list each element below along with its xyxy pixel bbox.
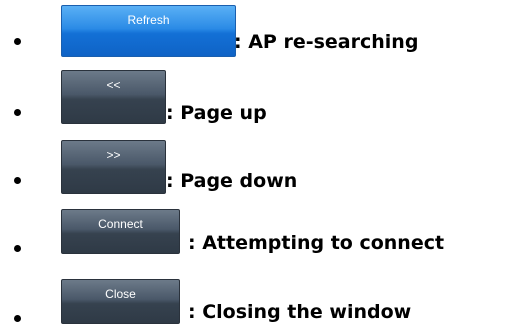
refresh-description: : AP re-searching [234,31,419,53]
page-down-button[interactable]: >> [61,140,166,194]
close-button[interactable]: Close [61,279,180,324]
bullet [14,177,21,184]
connect-description: : Attempting to connect [188,232,445,254]
page-up-description: : Page up [166,102,267,124]
bullet [14,315,21,322]
connect-button[interactable]: Connect [61,209,180,254]
bullet [14,245,21,252]
bullet [14,109,21,116]
bullet [14,38,21,45]
refresh-button[interactable]: Refresh [61,5,236,57]
page-up-button[interactable]: << [61,70,166,124]
page-down-description: : Page down [166,170,298,192]
close-description: : Closing the window [188,301,412,323]
